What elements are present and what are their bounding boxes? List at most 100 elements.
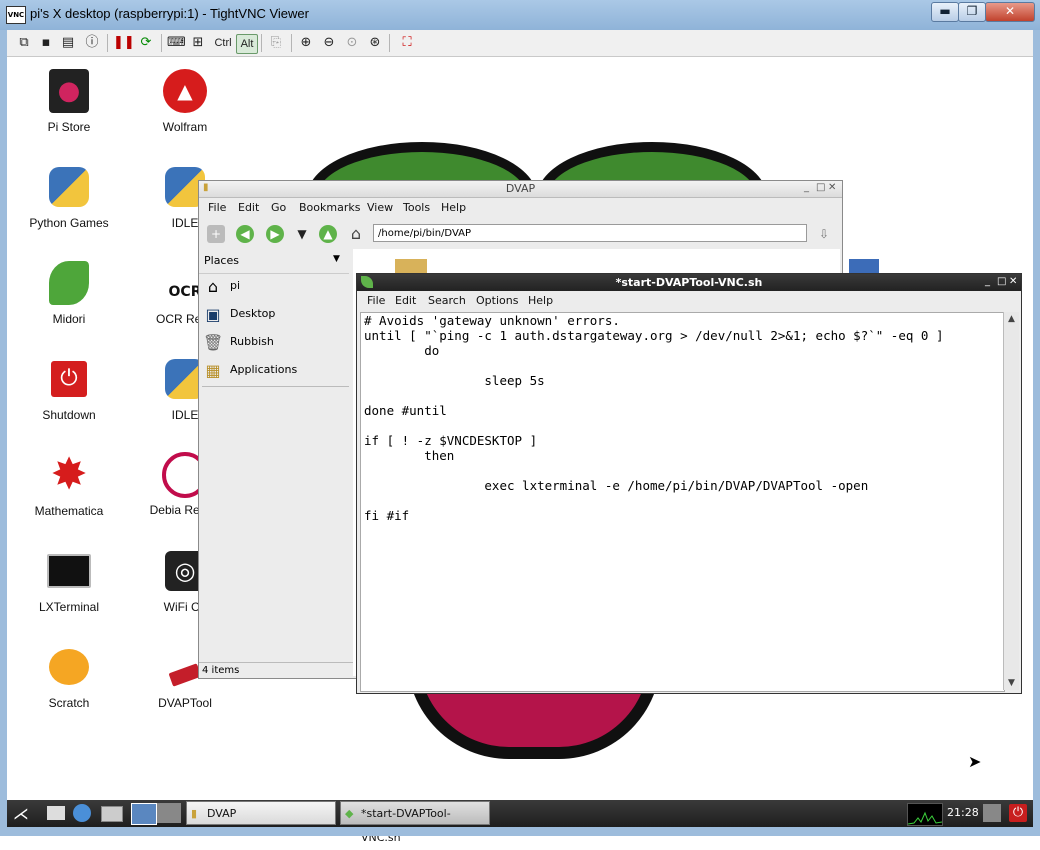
clipboard-icon[interactable]: ⎘	[267, 34, 285, 52]
text-editor-window[interactable]: *start-DVAPTool-VNC.sh _ □ ✕ File Edit S…	[356, 273, 1022, 694]
ctrl-esc-icon[interactable]: ⊞	[189, 34, 207, 52]
save-icon[interactable]: ▪	[37, 34, 55, 52]
maximize-button[interactable]: ❐	[958, 2, 986, 22]
vnc-titlebar[interactable]: VNC pi's X desktop (raspberrypi:1) - Tig…	[0, 0, 1040, 31]
menu-file[interactable]: File	[208, 201, 226, 214]
editor-minimize-button[interactable]: _	[985, 276, 990, 287]
fm-minimize-button[interactable]: _	[804, 182, 809, 193]
options-icon[interactable]: ▤	[59, 34, 77, 52]
zoom-100-icon[interactable]: ⊙	[343, 34, 361, 52]
editor-titlebar[interactable]: *start-DVAPTool-VNC.sh _ □ ✕	[357, 274, 1021, 291]
file-manager-titlebar[interactable]: ▮ DVAP _ □ ✕	[199, 181, 842, 198]
midori-icon	[45, 259, 93, 307]
desktop-icon-pi-store[interactable]: ● Pi Store	[21, 67, 117, 134]
fm-maximize-button[interactable]: □	[816, 182, 825, 193]
minimize-all-icon[interactable]	[101, 806, 123, 822]
pause-icon[interactable]: ❚❚	[113, 34, 135, 52]
vertical-scrollbar[interactable]: ▲ ▼	[1003, 312, 1019, 690]
file-manager-launcher-icon[interactable]	[47, 806, 65, 820]
leafpad-icon: ◆	[345, 807, 354, 820]
menu-edit[interactable]: Edit	[238, 201, 259, 214]
scroll-up-icon[interactable]: ▲	[1004, 312, 1019, 326]
zoom-in-icon[interactable]: ⊕	[297, 34, 315, 52]
places-divider	[202, 386, 349, 387]
desktop-icon-python-games[interactable]: Python Games	[21, 163, 117, 230]
status-bar: 4 items	[199, 662, 353, 678]
ctrl-alt-del-icon[interactable]: ⌨	[167, 34, 186, 52]
wolfram-icon: ▲	[161, 67, 209, 115]
close-button[interactable]: ✕	[985, 2, 1035, 22]
folder-icon[interactable]	[395, 259, 427, 273]
desktop-icon-midori[interactable]: Midori	[21, 259, 117, 326]
places-item-rubbish[interactable]: 🗑 Rubbish	[203, 331, 348, 355]
applications-icon: ▦	[205, 361, 221, 380]
script-content[interactable]: # Avoids 'gateway unknown' errors. until…	[364, 313, 943, 523]
ctrl-button[interactable]: Ctrl	[212, 34, 234, 52]
editor-menu-help[interactable]: Help	[528, 294, 553, 307]
alt-button[interactable]: Alt	[236, 34, 258, 54]
desktop-icon-lxterminal[interactable]: LXTerminal	[21, 547, 117, 614]
refresh-icon[interactable]: ⟳	[137, 34, 155, 52]
home-icon[interactable]: ⌂	[347, 225, 365, 243]
editor-menu-search[interactable]: Search	[428, 294, 466, 307]
history-dropdown-icon[interactable]: ▼	[293, 225, 311, 243]
editor-close-button[interactable]: ✕	[1009, 276, 1017, 287]
places-item-desktop[interactable]: ▣ Desktop	[203, 303, 348, 327]
places-header[interactable]: Places ▼	[199, 249, 349, 274]
desktop-icon-mathematica[interactable]: ✸ Mathematica	[21, 451, 117, 519]
fullscreen-icon[interactable]: ⛶	[398, 34, 416, 52]
back-icon[interactable]: ◀	[236, 225, 254, 243]
cpu-graph	[907, 811, 943, 825]
folder-icon: ▮	[191, 807, 198, 820]
editor-menu-edit[interactable]: Edit	[395, 294, 416, 307]
cpu-monitor	[907, 803, 943, 826]
fm-close-button[interactable]: ✕	[828, 182, 836, 193]
editor-menu-file[interactable]: File	[367, 294, 385, 307]
home-folder-icon: ⌂	[207, 277, 219, 296]
info-icon[interactable]: ⓘ	[83, 34, 101, 52]
desktop-icon-shutdown[interactable]: ⏻ Shutdown	[21, 355, 117, 422]
window-frame-bottom	[0, 827, 1040, 836]
screen-lock-icon[interactable]	[983, 804, 1001, 822]
zoom-out-icon[interactable]: ⊖	[320, 34, 338, 52]
editor-menu-options[interactable]: Options	[476, 294, 518, 307]
taskbar-item-dvap[interactable]: ▮ DVAP	[186, 801, 336, 825]
file-icon[interactable]	[849, 259, 879, 273]
taskbar: ⋌ ▮ DVAP ◆ *start-DVAPTool-VNC.sh 21:28 …	[7, 800, 1033, 844]
fm-menubar: File Edit Go Bookmarks View Tools Help	[199, 198, 842, 218]
menu-help[interactable]: Help	[441, 201, 466, 214]
menu-bookmarks[interactable]: Bookmarks	[299, 201, 360, 214]
window-title: pi's X desktop (raspberrypi:1) - TightVN…	[30, 6, 309, 21]
up-icon[interactable]: ▲	[319, 225, 337, 243]
scroll-down-icon[interactable]: ▼	[1004, 676, 1019, 690]
menu-view[interactable]: View	[367, 201, 393, 214]
clock[interactable]: 21:28	[947, 806, 979, 819]
desktop-pager-icon[interactable]	[131, 803, 157, 825]
menu-tools[interactable]: Tools	[403, 201, 430, 214]
window-frame-right	[1033, 30, 1040, 836]
places-item-applications[interactable]: ▦ Applications	[203, 359, 348, 383]
new-connection-icon[interactable]: ⧉	[15, 34, 33, 52]
places-dropdown-icon[interactable]: ▼	[333, 254, 340, 264]
address-bar[interactable]: /home/pi/bin/DVAP	[373, 224, 807, 242]
desktop-icon-wolfram[interactable]: ▲ Wolfram	[137, 67, 233, 134]
browser-launcher-icon[interactable]	[73, 804, 91, 822]
new-tab-icon[interactable]: +	[207, 225, 225, 243]
editor-maximize-button[interactable]: □	[997, 276, 1006, 287]
zoom-auto-icon[interactable]: ⊛	[366, 34, 384, 52]
taskbar-item-editor[interactable]: ◆ *start-DVAPTool-VNC.sh	[340, 801, 490, 844]
places-item-pi[interactable]: ⌂ pi	[203, 275, 348, 299]
logout-icon[interactable]: ⏻	[1009, 804, 1027, 822]
vnc-toolbar: ⧉ ▪ ▤ ⓘ ❚❚ ⟳ ⌨ ⊞ Ctrl Alt ⎘ ⊕ ⊖ ⊙ ⊛ ⛶	[7, 30, 1033, 57]
forward-icon[interactable]: ▶	[266, 225, 284, 243]
minimize-button[interactable]: ▬	[931, 2, 959, 22]
editor-text-area[interactable]: # Avoids 'gateway unknown' errors. until…	[360, 312, 1005, 692]
window-frame-left	[0, 30, 7, 836]
start-menu-icon[interactable]: ⋌	[13, 804, 29, 823]
go-icon[interactable]: ⇩	[815, 225, 833, 243]
fm-toolbar: + ◀ ▶ ▼ ▲ ⌂ /home/pi/bin/DVAP ⇩	[199, 218, 842, 248]
desktop-icon-scratch[interactable]: Scratch	[21, 643, 117, 710]
python-games-icon	[45, 163, 93, 211]
menu-go[interactable]: Go	[271, 201, 286, 214]
desktop-pager-2-icon[interactable]	[157, 803, 181, 823]
